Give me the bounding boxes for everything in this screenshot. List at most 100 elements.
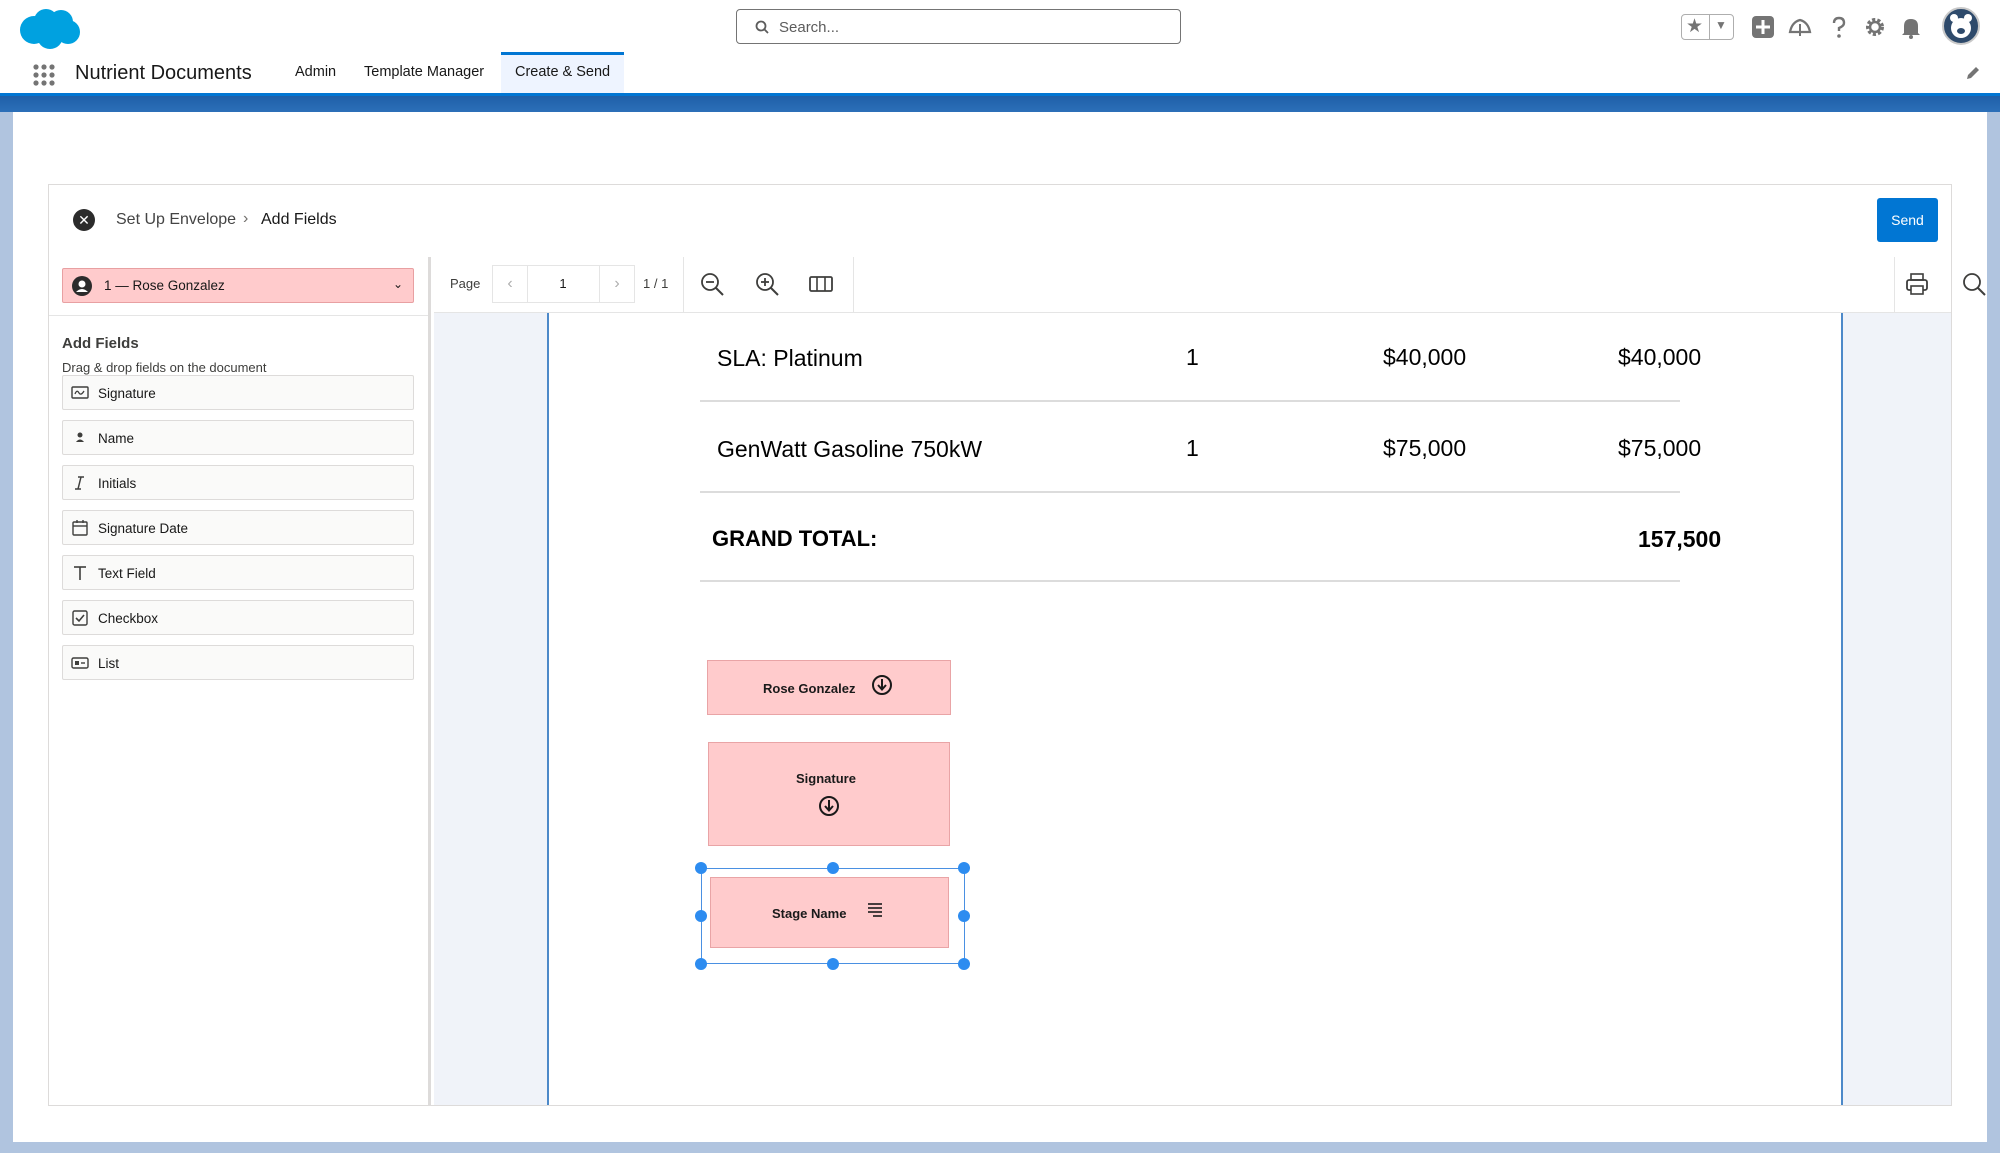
star-icon: ★ [1686, 16, 1704, 37]
arrow-down-circle-icon [872, 675, 892, 695]
row-divider [700, 400, 1680, 402]
field-signature[interactable]: Signature [62, 375, 414, 410]
resize-handle-top[interactable] [827, 862, 839, 874]
resize-handle-bottom-left[interactable] [695, 958, 707, 970]
placed-field-label: Stage Name [772, 906, 847, 921]
tab-admin[interactable]: Admin [281, 52, 350, 93]
resize-handle-top-left[interactable] [695, 862, 707, 874]
notifications-bell-icon[interactable] [1898, 14, 1924, 40]
grand-total-value: 157,500 [1638, 526, 1722, 552]
user-icon [72, 276, 92, 296]
breadcrumb-add-fields: Add Fields [261, 211, 337, 228]
caret-down-icon[interactable]: ▼ [1715, 18, 1727, 32]
grand-total-label: GRAND TOTAL: [712, 526, 878, 551]
field-initials[interactable]: Initials [62, 465, 414, 500]
field-label: Name [98, 431, 135, 446]
field-checkbox[interactable]: Checkbox [62, 600, 414, 635]
line-item-price: $40,000 [1383, 344, 1467, 370]
edit-nav-pencil-icon[interactable] [1965, 65, 1981, 81]
field-signature-date[interactable]: Signature Date [62, 510, 414, 545]
user-avatar-image [1950, 14, 1972, 38]
field-label: List [98, 656, 120, 671]
list-icon [71, 657, 89, 669]
global-search-input[interactable]: Search... [736, 9, 1181, 44]
line-item-name: GenWatt Gasoline 750kW [717, 436, 983, 462]
checkbox-icon [72, 610, 88, 626]
line-item-qty: 1 [1186, 435, 1199, 461]
resize-handle-right[interactable] [958, 910, 970, 922]
recipient-name: 1 — Rose Gonzalez [104, 278, 225, 293]
signature-icon [71, 386, 89, 399]
viewer-toolbar: Page ‹ 1 › 1 / 1 [434, 257, 1986, 313]
placed-field-signature[interactable]: Signature [708, 742, 950, 846]
user-avatar[interactable] [1942, 7, 1980, 45]
resize-handle-top-right[interactable] [958, 862, 970, 874]
next-page-button[interactable]: › [599, 265, 635, 303]
breadcrumb-set-up-envelope[interactable]: Set Up Envelope [116, 211, 236, 229]
send-button[interactable]: Send [1877, 198, 1938, 242]
field-label: Signature Date [98, 521, 189, 536]
search-icon [755, 20, 769, 34]
salesforce-logo[interactable] [16, 6, 82, 50]
close-envelope-button[interactable]: ✕ [73, 209, 95, 231]
placed-field-name-rose-gonzalez[interactable]: Rose Gonzalez [707, 660, 951, 715]
app-launcher-icon[interactable] [32, 63, 56, 87]
field-label: Signature [98, 386, 156, 401]
toolbar-divider [683, 257, 684, 313]
zoom-out-icon[interactable] [699, 271, 725, 297]
resize-handle-bottom[interactable] [827, 958, 839, 970]
field-label: Initials [98, 476, 137, 491]
text-lines-icon [868, 903, 882, 917]
favorites-divider [1709, 15, 1710, 39]
document-viewer: Page ‹ 1 › 1 / 1 SLA: Platinum 1 $40,000… [434, 257, 1986, 1105]
document-page: SLA: Platinum 1 $40,000 $40,000 GenWatt … [547, 313, 1843, 1105]
page-number-input[interactable]: 1 [527, 265, 599, 303]
placed-field-label: Rose Gonzalez [763, 681, 856, 696]
toolbar-divider [1894, 257, 1895, 313]
global-actions-plus-icon[interactable] [1750, 14, 1776, 40]
arrow-down-circle-icon [819, 796, 839, 816]
italic-i-icon [75, 476, 84, 490]
calendar-icon [72, 520, 88, 536]
favorites-button[interactable]: ★ ▼ [1681, 14, 1734, 40]
fields-sidebar: 1 — Rose Gonzalez ⌄ Add Fields Drag & dr… [49, 257, 431, 1105]
recipient-select[interactable]: 1 — Rose Gonzalez ⌄ [62, 268, 414, 303]
search-placeholder: Search... [779, 19, 840, 36]
line-item-qty: 1 [1186, 344, 1199, 370]
field-list[interactable]: List [62, 645, 414, 680]
line-item-name: SLA: Platinum [717, 345, 863, 371]
add-fields-title: Add Fields [62, 335, 139, 352]
trailhead-icon[interactable] [1787, 14, 1813, 40]
text-t-icon [74, 566, 86, 580]
page-count: 1 / 1 [643, 276, 669, 291]
line-item-total: $40,000 [1618, 344, 1702, 370]
app-name: Nutrient Documents [75, 62, 252, 84]
resize-handle-left[interactable] [695, 910, 707, 922]
search-document-icon[interactable] [1961, 271, 1987, 297]
chevron-down-icon: ⌄ [393, 277, 404, 291]
tab-template-manager[interactable]: Template Manager [350, 52, 498, 93]
field-name[interactable]: Name [62, 420, 414, 455]
resize-handle-bottom-right[interactable] [958, 958, 970, 970]
setup-gear-icon[interactable] [1862, 14, 1888, 40]
envelope-panel: ✕ Set Up Envelope › Add Fields Send 1 — … [48, 184, 1986, 1106]
previous-page-button[interactable]: ‹ [492, 265, 528, 303]
line-item-price: $75,000 [1383, 435, 1467, 461]
row-divider [700, 491, 1680, 493]
placed-field-stage-name[interactable]: Stage Name [710, 877, 949, 948]
zoom-in-icon[interactable] [754, 271, 780, 297]
add-fields-subtitle: Drag & drop fields on the document [62, 360, 267, 375]
page-layout-icon[interactable] [808, 271, 834, 297]
tab-create-and-send[interactable]: Create & Send [501, 52, 625, 93]
help-icon[interactable] [1826, 14, 1852, 40]
page-label: Page [450, 276, 481, 291]
line-item-total: $75,000 [1618, 435, 1702, 461]
placed-field-label: Signature [796, 771, 856, 786]
person-icon [76, 432, 84, 442]
row-divider [700, 580, 1680, 582]
field-text-field[interactable]: Text Field [62, 555, 414, 590]
breadcrumb-chevron-icon: › [243, 210, 249, 227]
toolbar-divider [853, 257, 854, 313]
print-icon[interactable] [1904, 271, 1930, 297]
global-header: Search... ★ ▼ [0, 0, 2000, 52]
